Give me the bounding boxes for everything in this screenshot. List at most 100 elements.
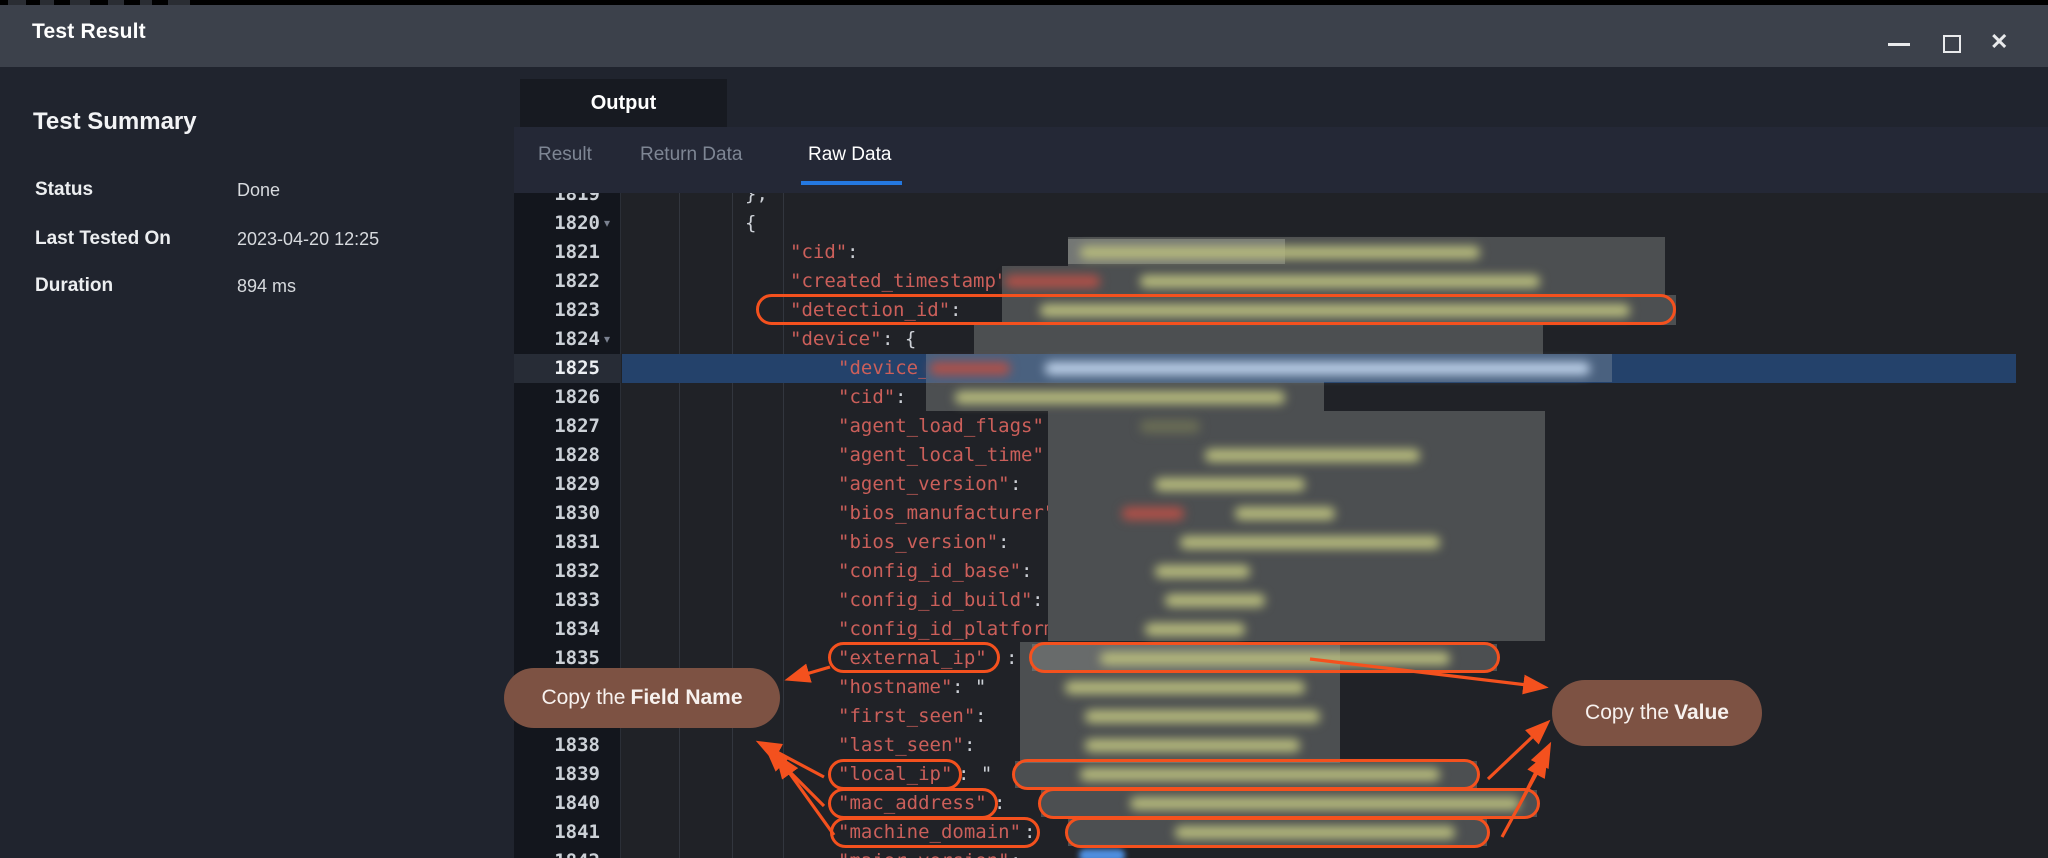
code-line[interactable]: 1826"cid": <box>514 383 2048 412</box>
close-icon[interactable]: ✕ <box>1990 31 2008 53</box>
json-key: "cid" <box>838 383 895 412</box>
line-number: 1835 <box>514 644 600 673</box>
screen-edge-dash <box>108 0 124 5</box>
subtab-bar <box>514 127 2048 193</box>
fold-arrow-icon[interactable]: ▾ <box>604 325 610 354</box>
code-line[interactable]: 1828"agent_local_time" <box>514 441 2048 470</box>
line-number: 1834 <box>514 615 600 644</box>
code-line[interactable]: 1832 "config_id_base": <box>514 557 2048 586</box>
line-number: 1830 <box>514 499 600 528</box>
screen-edge-dash <box>70 0 90 5</box>
code-line[interactable]: 1833 "config_id_build": <box>514 586 2048 615</box>
json-key: "config_id_platform" <box>838 615 1048 644</box>
fold-arrow-icon[interactable]: ▾ <box>604 209 610 238</box>
json-punctuation: : " <box>952 673 986 702</box>
test-result-window: Test Result ✕ Test Summary StatusDoneLas… <box>0 0 2048 858</box>
line-number: 1838 <box>514 731 600 760</box>
code-line[interactable]: 1842"major_version": <box>514 847 2048 858</box>
code-line[interactable]: 1829 "agent_version": <box>514 470 2048 499</box>
line-number: 1819 <box>514 193 600 209</box>
line-number: 1840 <box>514 789 600 818</box>
summary-field-label: Status <box>35 179 93 201</box>
screen-edge-dash <box>140 0 152 5</box>
json-punctuation: : <box>964 731 975 760</box>
json-punctuation: : <box>1032 586 1043 615</box>
json-punctuation: : { <box>882 325 916 354</box>
code-line[interactable]: 1830"bios_manufacturer" <box>514 499 2048 528</box>
json-punctuation: : <box>1010 470 1021 499</box>
json-key: "agent_local_time" <box>838 441 1048 470</box>
json-key: "detection_id" <box>790 296 950 325</box>
test-summary-title: Test Summary <box>33 108 197 136</box>
json-punctuation: : <box>847 238 858 267</box>
json-key: "bios_version" <box>838 528 998 557</box>
line-number: 1839 <box>514 760 600 789</box>
line-number: 1837 <box>514 702 600 731</box>
json-key: "external_ip" <box>838 644 987 673</box>
tab-output[interactable]: Output <box>520 79 727 127</box>
line-number: 1831 <box>514 528 600 557</box>
code-line[interactable]: 1827"agent_load_flags" <box>514 412 2048 441</box>
code-line[interactable]: 1840 "mac_address": <box>514 789 2048 818</box>
json-key: "cid" <box>790 238 847 267</box>
code-line[interactable]: 1838 "last_seen": <box>514 731 2048 760</box>
code-line[interactable]: 1822"created_timestamp" <box>514 267 2048 296</box>
summary-field-value: Done <box>237 180 280 201</box>
code-line[interactable]: 1821 "cid": <box>514 238 2048 267</box>
code-line[interactable]: 1824▾ "device": { <box>514 325 2048 354</box>
json-punctuation: : <box>975 702 986 731</box>
subtab-result[interactable]: Result <box>538 144 592 166</box>
screen-edge-dash <box>40 0 54 5</box>
line-number: 1823 <box>514 296 600 325</box>
json-key: "mac_address" <box>838 789 987 818</box>
subtab-raw-data[interactable]: Raw Data <box>808 144 891 166</box>
json-punctuation: : <box>1024 818 1035 847</box>
line-number: 1832 <box>514 557 600 586</box>
json-punctuation: : <box>895 383 906 412</box>
minimize-icon[interactable] <box>1888 43 1910 46</box>
code-line[interactable]: 1836 "hostname": " <box>514 673 2048 702</box>
line-number: 1842 <box>514 847 600 858</box>
json-key: "machine_domain" <box>838 818 1021 847</box>
line-number: 1824 <box>514 325 600 354</box>
json-key: "agent_version" <box>838 470 1010 499</box>
json-key: "config_id_build" <box>838 586 1032 615</box>
line-number: 1820 <box>514 209 600 238</box>
code-line[interactable]: 1831 "bios_version": <box>514 528 2048 557</box>
summary-field-label: Duration <box>35 275 113 297</box>
json-key: "local_ip" <box>838 760 952 789</box>
line-number: 1821 <box>514 238 600 267</box>
code-line[interactable]: 1839"local_ip": " <box>514 760 2048 789</box>
json-key: "device" <box>790 325 882 354</box>
code-line[interactable]: 1819}, <box>514 193 2048 209</box>
summary-field-value: 894 ms <box>237 276 296 297</box>
line-number: 1836 <box>514 673 600 702</box>
json-punctuation: : <box>1010 847 1021 858</box>
json-punctuation: : <box>998 528 1009 557</box>
screen-edge-dash <box>168 0 190 5</box>
code-line[interactable]: 1835"external_ip": <box>514 644 2048 673</box>
json-key: "device_id" <box>838 354 926 383</box>
active-subtab-underline <box>801 181 902 185</box>
line-number: 1829 <box>514 470 600 499</box>
code-line[interactable]: 1834 "config_id_platform" <box>514 615 2048 644</box>
line-number: 1833 <box>514 586 600 615</box>
json-punctuation: : <box>994 789 1005 818</box>
json-key: "hostname" <box>838 673 952 702</box>
json-punctuation: : <box>1021 557 1032 586</box>
code-line[interactable]: 1841 "machine_domain": <box>514 818 2048 847</box>
code-line[interactable]: 1837"first_seen": <box>514 702 2048 731</box>
subtab-return-data[interactable]: Return Data <box>640 144 742 166</box>
raw-data-json-viewer[interactable]: 1819},1820▾{1821"cid":1822"created_times… <box>514 193 2048 858</box>
code-line[interactable]: 1825"device_id" <box>514 354 2048 383</box>
code-line[interactable]: 1823"detection_id": <box>514 296 2048 325</box>
code-line[interactable]: 1820▾{ <box>514 209 2048 238</box>
maximize-icon[interactable] <box>1943 35 1961 53</box>
json-punctuation: }, <box>745 193 768 209</box>
line-number: 1841 <box>514 818 600 847</box>
json-key: "config_id_base" <box>838 557 1021 586</box>
window-title: Test Result <box>32 20 146 44</box>
json-key: "last_seen" <box>838 731 964 760</box>
selected-line-highlight <box>622 354 2016 383</box>
screen-edge-dash <box>8 0 26 5</box>
